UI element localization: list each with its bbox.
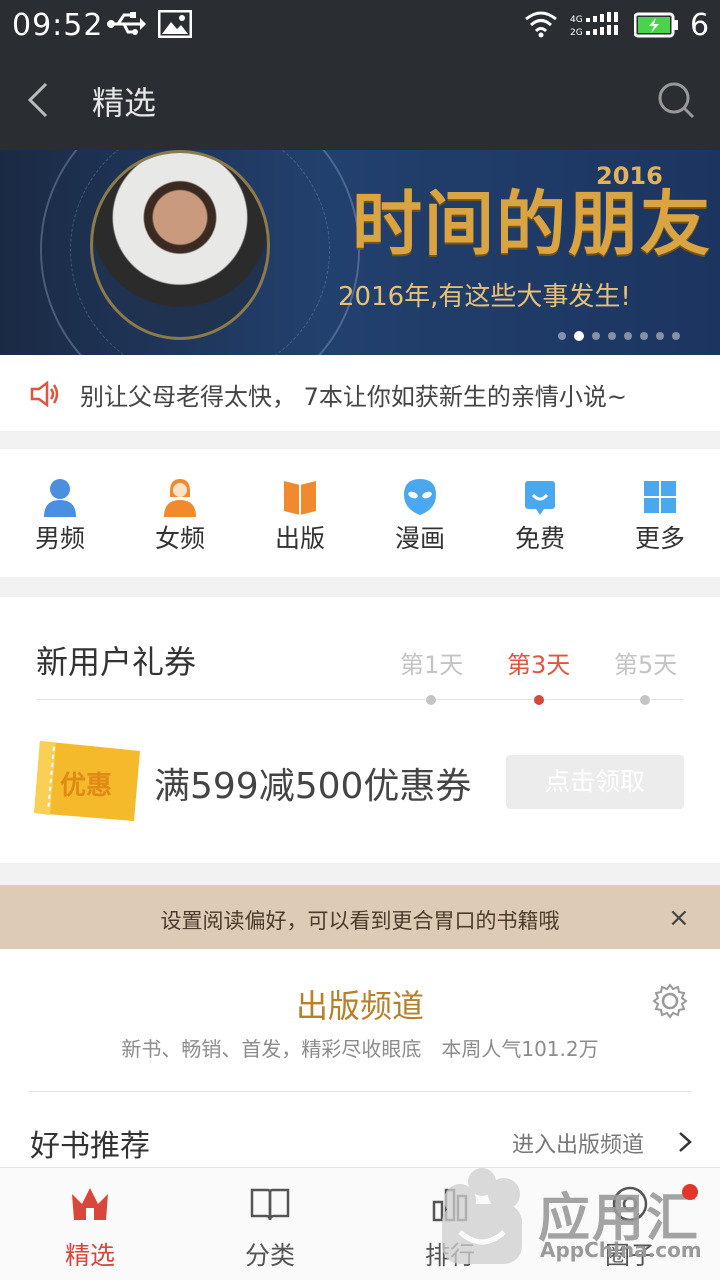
pagination-dot[interactable] — [608, 332, 616, 340]
nav-label: 精选 — [64, 1241, 115, 1270]
category-publishing[interactable]: 出版 — [240, 449, 360, 577]
pagination-dot[interactable] — [640, 332, 648, 340]
pagination-dot[interactable] — [592, 332, 600, 340]
timeline-dot-active — [534, 695, 544, 705]
category-label: 出版 — [274, 524, 325, 553]
battery-level: 6 — [690, 8, 710, 43]
channel-subtitle: 新书、畅销、首发，精彩尽收眼底 本周人气101.2万 — [121, 1037, 599, 1061]
banner-portrait — [90, 150, 270, 340]
coupon-description: 满599减500优惠券 — [154, 766, 472, 807]
banner-pagination — [558, 331, 680, 341]
notice-bar[interactable]: 别让父母老得太快， 7本让你如获新生的亲情小说~ — [0, 355, 720, 431]
pagination-dot[interactable] — [624, 332, 632, 340]
signal-icon: 4G 2G — [570, 12, 618, 38]
notification-dot — [682, 1184, 698, 1200]
wifi-icon — [525, 11, 557, 38]
timeline-dot — [640, 695, 650, 705]
coupon-title: 新用户礼券 — [36, 643, 197, 681]
female-user-icon — [164, 479, 196, 517]
svg-text:2G: 2G — [570, 28, 583, 38]
category-label: 免费 — [514, 524, 565, 553]
pagination-dot[interactable] — [672, 332, 680, 340]
banner-year: 2016 — [596, 162, 663, 190]
male-user-icon — [44, 479, 76, 517]
nav-label: 分类 — [244, 1241, 295, 1270]
gift-box-icon — [525, 481, 555, 515]
category-male[interactable]: 男频 — [0, 449, 120, 577]
timeline-dot — [426, 695, 436, 705]
nav-featured[interactable]: 精选 — [0, 1168, 180, 1280]
status-time: 09:52 — [12, 8, 104, 43]
promo-banner[interactable]: 时间的朋友 2016 2016年,有这些大事发生! — [0, 150, 720, 355]
grid-icon — [644, 481, 676, 513]
close-icon[interactable]: × — [668, 903, 690, 933]
page-title: 精选 — [92, 84, 157, 122]
pagination-dot[interactable] — [574, 331, 584, 341]
channel-title[interactable]: 出版频道 — [0, 981, 720, 1027]
coupon-timeline — [36, 699, 684, 700]
notice-text: 别让父母老得太快， 7本让你如获新生的亲情小说~ — [80, 383, 628, 411]
category-label: 女频 — [154, 524, 205, 553]
coupon-ticket-label: 优惠 — [60, 771, 113, 801]
preference-banner[interactable]: 设置阅读偏好，可以看到更合胃口的书籍哦 × — [0, 885, 720, 949]
coupon-day-5[interactable]: 第5天 — [614, 645, 677, 680]
usb-icon — [107, 12, 146, 35]
category-row: 男频 女频 出版 漫画 免费 更多 — [0, 449, 720, 577]
preference-text: 设置阅读偏好，可以看到更合胃口的书籍哦 — [160, 909, 560, 933]
pagination-dot[interactable] — [656, 332, 664, 340]
enter-channel-link[interactable]: 进入出版频道 — [512, 1127, 644, 1159]
watermark-domain: AppChina.com — [540, 1238, 702, 1262]
alien-face-icon — [404, 479, 436, 515]
gear-icon[interactable] — [652, 983, 688, 1019]
section-title: 好书推荐 — [30, 1129, 150, 1164]
publishing-channel-section: 出版频道 新书、畅销、首发，精彩尽收眼底 本周人气101.2万 好书推荐 进入出… — [0, 949, 720, 1167]
new-user-coupon-card: 新用户礼券 第1天 第3天 第5天 优惠 满599减500优惠券 点击领取 — [0, 597, 720, 863]
category-female[interactable]: 女频 — [120, 449, 240, 577]
category-free[interactable]: 免费 — [480, 449, 600, 577]
divider — [28, 1091, 692, 1092]
category-label: 男频 — [34, 524, 85, 553]
crown-icon — [72, 1188, 108, 1220]
status-bar: 09:52 4G 2G 6 — [0, 0, 720, 50]
image-icon — [158, 10, 192, 38]
search-icon[interactable] — [656, 80, 696, 120]
battery-icon — [634, 12, 678, 38]
claim-coupon-button[interactable]: 点击领取 — [506, 755, 684, 809]
category-more[interactable]: 更多 — [600, 449, 720, 577]
category-label: 更多 — [634, 524, 685, 553]
app-header: 精选 — [0, 50, 720, 150]
coupon-day-1[interactable]: 第1天 — [400, 645, 463, 680]
svg-text:4G: 4G — [570, 15, 583, 25]
pagination-dot[interactable] — [558, 332, 566, 340]
back-icon[interactable] — [26, 82, 50, 118]
book-icon — [284, 481, 316, 515]
speaker-icon — [30, 381, 59, 407]
open-book-icon — [250, 1188, 290, 1221]
category-label: 漫画 — [394, 524, 445, 553]
banner-subtitle: 2016年,有这些大事发生! — [338, 282, 631, 312]
chevron-right-icon[interactable] — [678, 1131, 692, 1153]
category-comics[interactable]: 漫画 — [360, 449, 480, 577]
nav-category[interactable]: 分类 — [180, 1168, 360, 1280]
coupon-day-3[interactable]: 第3天 — [507, 645, 570, 680]
